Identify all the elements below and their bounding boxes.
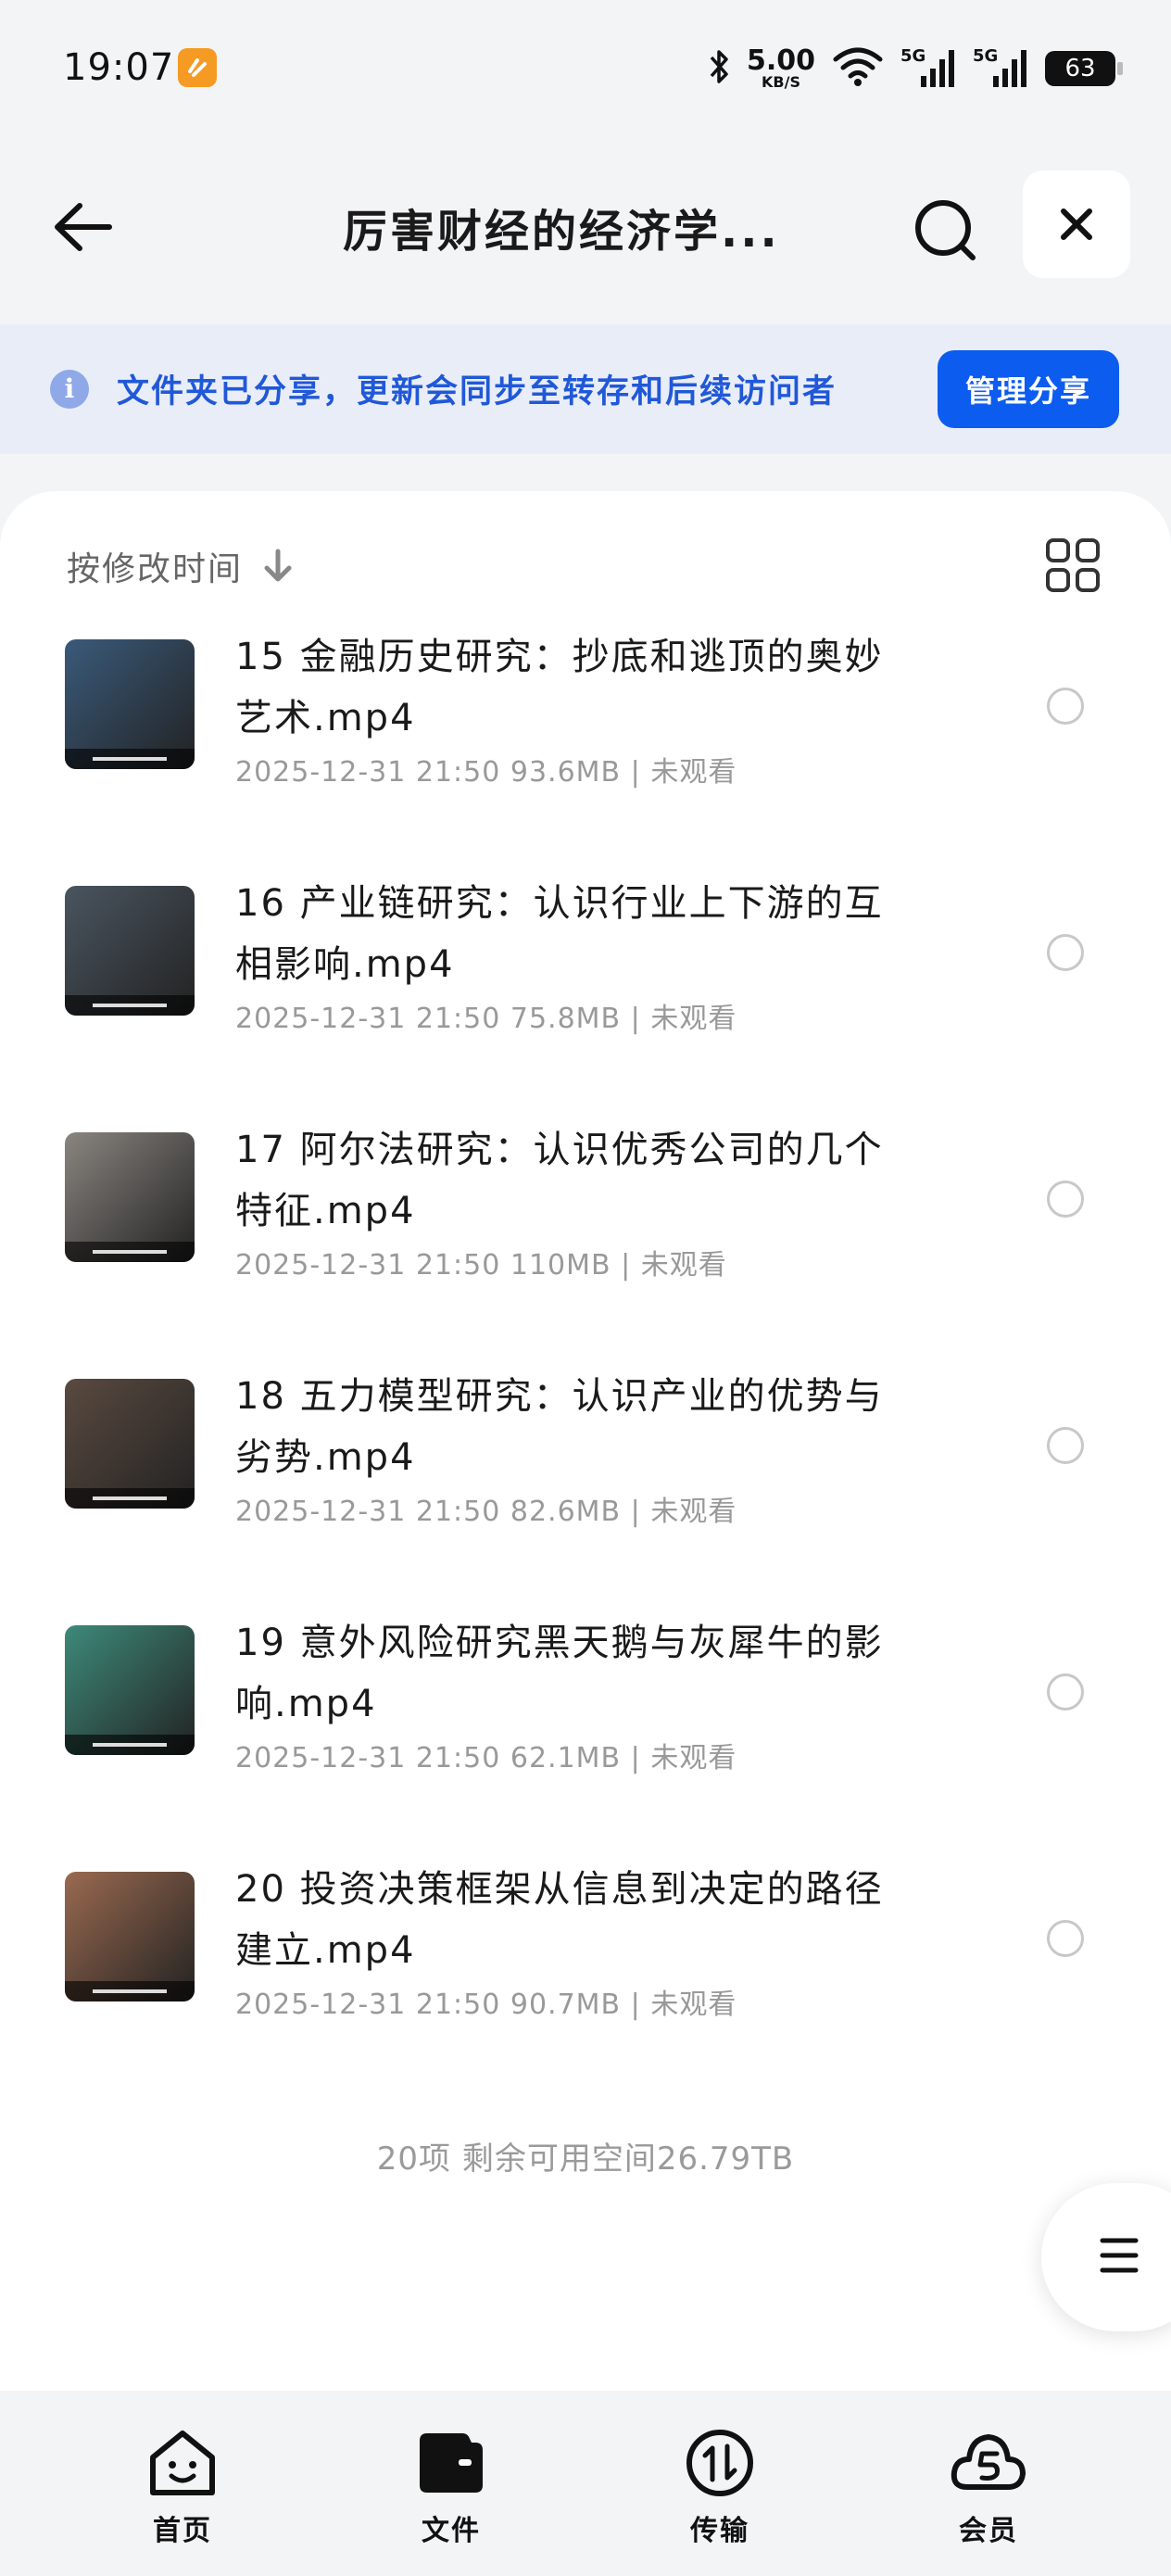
sort-label: 按修改时间 — [67, 550, 244, 588]
status-bar: 19:07 5.00 KB/S 5G 5G 63 — [0, 0, 1171, 139]
arrow-left-icon — [55, 203, 112, 251]
select-radio[interactable] — [1047, 1673, 1084, 1711]
file-name: 17 阿尔法研究：认识优秀公司的几个特征.mp4 — [235, 1129, 884, 1232]
file-name: 19 意外风险研究黑天鹅与灰犀牛的影响.mp4 — [235, 1622, 884, 1725]
bottom-nav: 首页 文件 传输 会员 — [0, 2409, 1171, 2576]
status-indicators: 5.00 KB/S 5G 5G 63 — [708, 43, 1123, 95]
nav-transfer-label: 传输 — [690, 2515, 749, 2547]
video-thumbnail — [65, 1379, 195, 1509]
home-icon — [150, 2431, 215, 2495]
folder-icon — [420, 2433, 483, 2493]
network-speed: 5.00 KB/S — [746, 44, 815, 91]
arrow-down-icon — [264, 549, 292, 582]
battery-icon: 63 — [1045, 51, 1123, 86]
page-title: 厉害财经的经济学... — [343, 206, 780, 258]
file-list-item[interactable]: 17 阿尔法研究：认识优秀公司的几个特征.mp4 2025-12-31 21:50… — [0, 1129, 1171, 1379]
select-radio[interactable] — [1047, 1920, 1084, 1957]
grid-view-button[interactable] — [1045, 537, 1101, 593]
header: 厉害财经的经济学... — [0, 167, 1171, 287]
nav-vip[interactable]: 会员 — [914, 2426, 1063, 2548]
nav-home-label: 首页 — [153, 2515, 212, 2547]
storage-summary: 20项 剩余可用空间26.79TB — [376, 2140, 795, 2178]
file-list-item[interactable]: 20 投资决策框架从信息到决定的路径建立.mp4 2025-12-31 21:50… — [0, 1868, 1171, 2118]
back-button[interactable] — [48, 195, 122, 259]
file-meta: 2025-12-31 21:50 110MB | 未观看 — [235, 1249, 727, 1282]
share-banner-text: 文件夹已分享，更新会同步至转存和后续访问者 — [117, 373, 837, 410]
nav-files-label: 文件 — [422, 2515, 481, 2547]
signal-5g-icon: 5G — [900, 46, 956, 91]
select-radio[interactable] — [1047, 688, 1084, 725]
select-radio[interactable] — [1047, 934, 1084, 971]
file-meta: 2025-12-31 21:50 82.6MB | 未观看 — [235, 1496, 737, 1528]
bluetooth-icon — [708, 48, 730, 89]
transfer-icon — [686, 2430, 753, 2496]
video-thumbnail — [65, 886, 195, 1016]
file-meta: 2025-12-31 21:50 75.8MB | 未观看 — [235, 1003, 737, 1035]
file-list-item[interactable]: 18 五力模型研究：认识产业的优势与劣势.mp4 2025-12-31 21:50… — [0, 1375, 1171, 1625]
file-panel: 按修改时间 15 金融历史研究：抄底和逃顶的奥妙艺术.mp4 2025-12-31… — [0, 491, 1171, 2391]
grid-icon — [1046, 538, 1100, 592]
nav-files[interactable]: 文件 — [377, 2426, 525, 2548]
search-button[interactable] — [908, 193, 982, 267]
select-radio[interactable] — [1047, 1427, 1084, 1464]
signal-5g-icon-2: 5G — [973, 46, 1028, 91]
wifi-icon — [832, 46, 884, 91]
nav-vip-label: 会员 — [959, 2515, 1018, 2547]
file-name: 20 投资决策框架从信息到决定的路径建立.mp4 — [235, 1868, 884, 1972]
file-meta: 2025-12-31 21:50 93.6MB | 未观看 — [235, 756, 737, 789]
search-icon — [915, 200, 976, 260]
status-time: 19:07 — [63, 46, 175, 89]
close-button[interactable] — [1023, 170, 1130, 278]
file-name: 18 五力模型研究：认识产业的优势与劣势.mp4 — [235, 1375, 884, 1479]
file-list-item[interactable]: 15 金融历史研究：抄底和逃顶的奥妙艺术.mp4 2025-12-31 21:50… — [0, 636, 1171, 886]
menu-icon — [1100, 2238, 1139, 2273]
file-list-item[interactable]: 19 意外风险研究黑天鹅与灰犀牛的影响.mp4 2025-12-31 21:50 … — [0, 1622, 1171, 1872]
nav-transfer[interactable]: 传输 — [646, 2426, 794, 2548]
file-name: 15 金融历史研究：抄底和逃顶的奥妙艺术.mp4 — [235, 636, 884, 739]
info-icon: i — [50, 370, 89, 409]
video-thumbnail — [65, 1132, 195, 1262]
share-banner: i 文件夹已分享，更新会同步至转存和后续访问者 管理分享 — [0, 324, 1171, 454]
video-thumbnail — [65, 1625, 195, 1755]
sort-selector[interactable]: 按修改时间 — [67, 542, 295, 590]
file-meta: 2025-12-31 21:50 62.1MB | 未观看 — [235, 1742, 737, 1774]
file-list-item[interactable]: 16 产业链研究：认识行业上下游的互相影响.mp4 2025-12-31 21:5… — [0, 882, 1171, 1132]
close-icon — [1061, 208, 1092, 240]
vip-cloud-icon — [951, 2434, 1026, 2490]
video-thumbnail — [65, 639, 195, 769]
app-notification-icon — [178, 48, 217, 87]
file-list: 15 金融历史研究：抄底和逃顶的奥妙艺术.mp4 2025-12-31 21:50… — [0, 636, 1171, 2118]
video-thumbnail — [65, 1872, 195, 2001]
nav-home[interactable]: 首页 — [108, 2426, 257, 2548]
select-radio[interactable] — [1047, 1181, 1084, 1218]
manage-share-button[interactable]: 管理分享 — [938, 350, 1119, 428]
file-name: 16 产业链研究：认识行业上下游的互相影响.mp4 — [235, 882, 884, 986]
file-meta: 2025-12-31 21:50 90.7MB | 未观看 — [235, 1989, 737, 2021]
